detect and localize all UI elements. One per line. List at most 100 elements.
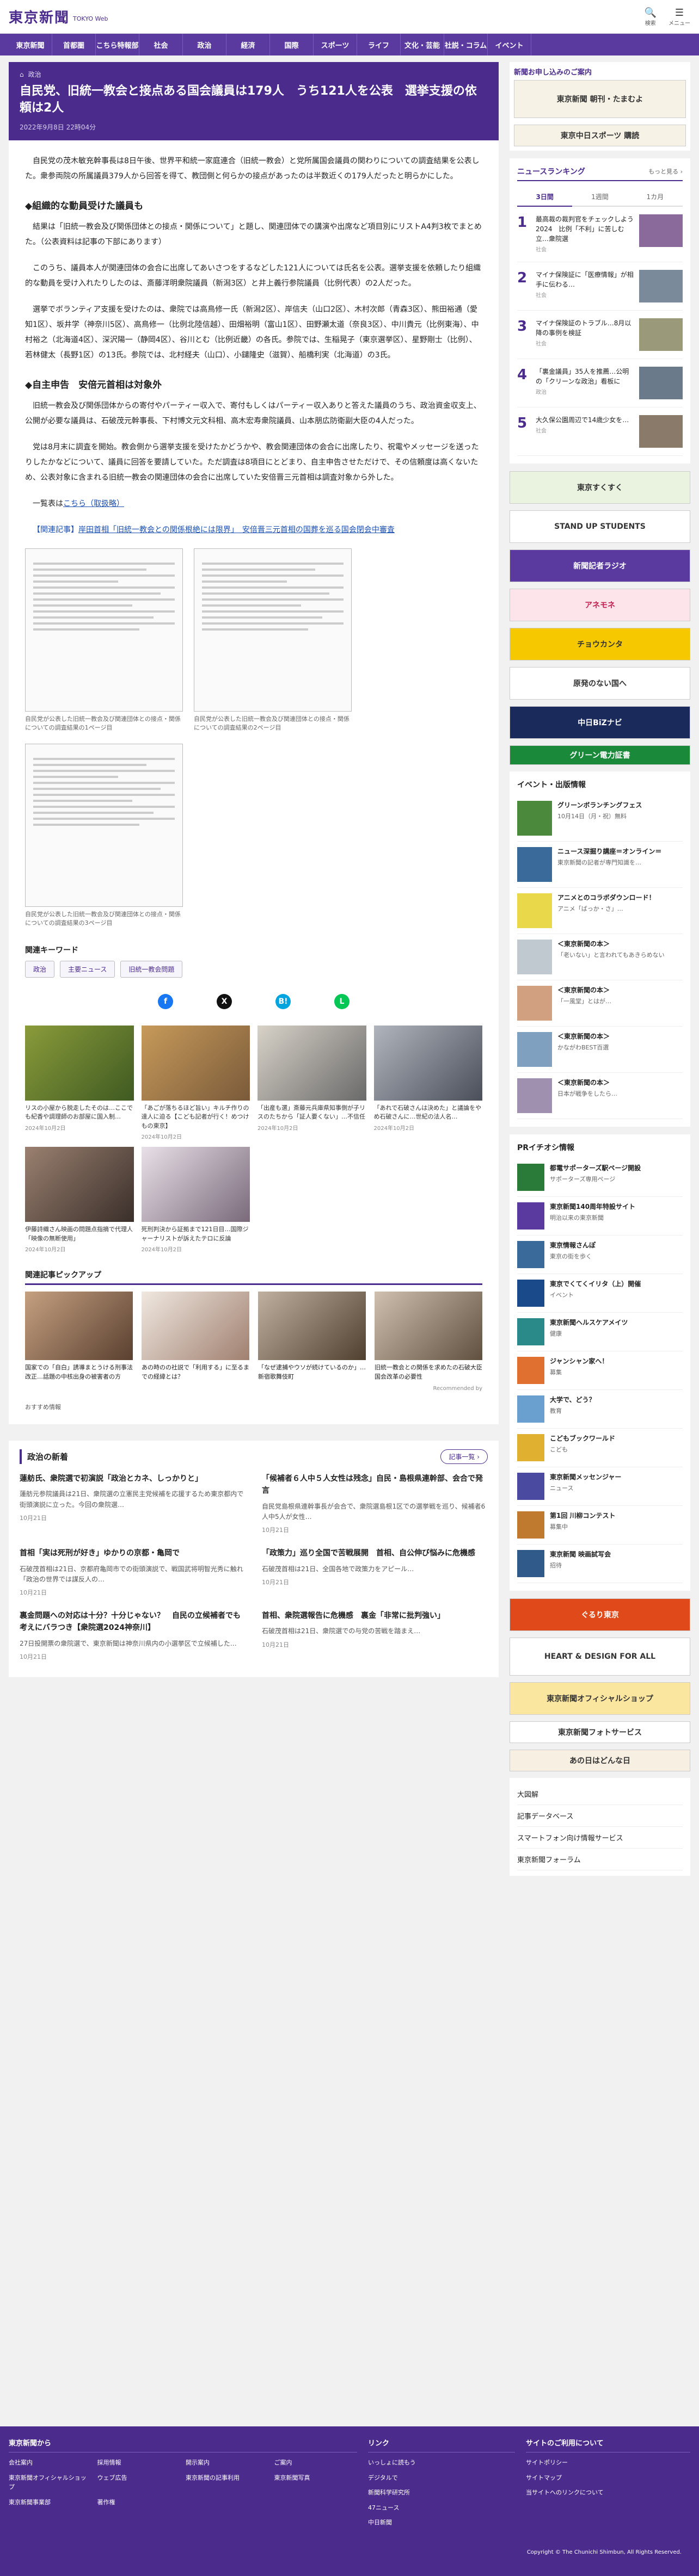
- nav-item[interactable]: 政治: [183, 34, 226, 55]
- ad-banner[interactable]: 新聞記者ラジオ: [510, 549, 690, 582]
- footer-link[interactable]: いっしょに読もう: [368, 2458, 515, 2468]
- document-image[interactable]: [25, 743, 183, 907]
- tab-1month[interactable]: 1カ月: [627, 188, 683, 207]
- event-item[interactable]: ＜東京新聞の本＞ 日本が戦争をしたら…: [517, 1073, 683, 1119]
- nav-item[interactable]: 東京新聞: [9, 34, 52, 55]
- footer-link[interactable]: 東京新聞オフィシャルショップ: [9, 2473, 92, 2492]
- event-item[interactable]: ＜東京新聞の本＞ 「老いない」と言われてもあきらめない: [517, 934, 683, 980]
- home-icon[interactable]: ⌂: [20, 71, 24, 78]
- keyword-tag[interactable]: 主要ニュース: [60, 960, 115, 978]
- ad-banner[interactable]: 東京新聞フォトサービス: [510, 1721, 690, 1743]
- ranking-more-link[interactable]: もっと見る ›: [648, 167, 683, 176]
- news-item[interactable]: 蓮舫氏、衆院選で初演説「政治とカネ、しっかりと」 蓮舫元参院議員は21日、衆院選の…: [20, 1473, 246, 1534]
- pr-item[interactable]: こどもブックワールド こども: [517, 1429, 683, 1467]
- footer-link[interactable]: 著作権: [97, 2498, 181, 2507]
- side-link[interactable]: スマートフォン向け情報サービス: [517, 1827, 683, 1849]
- ad-banner[interactable]: 東京新聞 朝刊・たまむよ: [514, 80, 686, 118]
- article-list-button[interactable]: 記事一覧 ›: [440, 1449, 488, 1465]
- hatena-share-icon[interactable]: B!: [275, 993, 291, 1009]
- ad-banner[interactable]: グリーン電力証書: [510, 745, 690, 765]
- nav-item[interactable]: 経済: [226, 34, 270, 55]
- footer-link[interactable]: 東京新聞写真: [274, 2473, 358, 2492]
- ad-banner[interactable]: STAND UP STUDENTS: [510, 510, 690, 543]
- nav-item[interactable]: イベント: [488, 34, 531, 55]
- subscribe-banner[interactable]: 新聞お申し込みのご案内 東京新聞 朝刊・たまむよ 東京中日スポーツ 購読: [510, 62, 690, 151]
- nav-item[interactable]: スポーツ: [314, 34, 357, 55]
- event-item[interactable]: ＜東京新聞の本＞ かながわBEST百選: [517, 1027, 683, 1073]
- footer-link[interactable]: ウェブ広告: [97, 2473, 181, 2492]
- footer-link[interactable]: ご案内: [274, 2458, 358, 2468]
- pickup-card[interactable]: 旧統一教会との関係を求めたの石破大臣 国会改革の必要性: [375, 1292, 488, 1381]
- thumb-card[interactable]: 死刑判決から証拠まで121日目…国際ジャーナリストが訴えたテロに反論 2024年1…: [141, 1147, 250, 1253]
- side-link[interactable]: 大図解: [517, 1783, 683, 1805]
- nav-item[interactable]: こちら特報部: [96, 34, 139, 55]
- pickup-card[interactable]: あの時のの社説で「利用する」に至るまでの経緯とは？: [142, 1292, 249, 1381]
- x-share-icon[interactable]: X: [217, 993, 232, 1009]
- pickup-card[interactable]: 国家での「自白」誘導まとうける刑事法改正…話題の中核出身の被害者の方: [25, 1292, 133, 1381]
- breadcrumb-section[interactable]: 政治: [28, 70, 41, 79]
- menu-button[interactable]: ☰ メニュー: [669, 7, 690, 27]
- footer-link[interactable]: 採用情報: [97, 2458, 181, 2468]
- news-item[interactable]: 裏金問題への対応は十分？十分じゃない？ 自民の立候補者でも考えにバラつき【衆院選…: [20, 1610, 246, 1661]
- pr-item[interactable]: 大学で、どう？ 教育: [517, 1390, 683, 1429]
- pr-item[interactable]: 東京新聞メッセンジャー ニュース: [517, 1467, 683, 1506]
- pr-item[interactable]: 東京新聞ヘルスケアメイツ 健康: [517, 1313, 683, 1351]
- ad-banner[interactable]: 東京新聞オフィシャルショップ: [510, 1682, 690, 1715]
- site-logo[interactable]: 東京新聞: [9, 7, 70, 27]
- news-item[interactable]: 「政策力」巡り全国で苦戦展開 首相、自公伸び悩みに危機感 石破茂首相は21日、全国…: [262, 1547, 488, 1597]
- ad-banner[interactable]: あの日はどんな日: [510, 1750, 690, 1771]
- footer-link[interactable]: 当サイトへのリンクについて: [526, 2488, 690, 2498]
- side-link[interactable]: 記事データベース: [517, 1805, 683, 1827]
- nav-item[interactable]: 首都圏: [52, 34, 96, 55]
- footer-link[interactable]: 中日新聞: [368, 2518, 515, 2528]
- keyword-tag[interactable]: 政治: [25, 960, 55, 978]
- news-item[interactable]: 首相、衆院選報告に危機感 裏金「非常に批判強い」 石破茂首相は21日、衆院選での与…: [262, 1610, 488, 1661]
- footer-link[interactable]: 47ニュース: [368, 2503, 515, 2513]
- footer-link[interactable]: デジタルで: [368, 2473, 515, 2483]
- ad-banner[interactable]: ぐるり東京: [510, 1598, 690, 1631]
- line-share-icon[interactable]: L: [334, 993, 350, 1009]
- nav-item[interactable]: 社会: [139, 34, 183, 55]
- thumb-card[interactable]: 伊藤詩織さん映画の問題点指摘で代理人「映像の無断使用」 2024年10月2日: [25, 1147, 134, 1253]
- nav-item[interactable]: 社説・コラム: [444, 34, 488, 55]
- pickup-card[interactable]: 「なぜ逮捕やウソが続けているのか」…新宿歌舞伎町: [258, 1292, 366, 1381]
- pr-item[interactable]: 東京でくてくイリタ（上）開催 イベント: [517, 1274, 683, 1313]
- side-link[interactable]: 東京新聞フォーラム: [517, 1849, 683, 1870]
- thumb-card[interactable]: 「あごが落ちるほど旨い」キルチ作りの達人に迫る【こども記者が行く！めつけもの東京…: [141, 1025, 250, 1140]
- footer-link[interactable]: 東京新聞事業部: [9, 2498, 92, 2507]
- document-image[interactable]: [194, 548, 352, 712]
- ad-banner[interactable]: 東京すくすく: [510, 471, 690, 504]
- ad-banner[interactable]: HEART & DESIGN FOR ALL: [510, 1638, 690, 1676]
- thumb-card[interactable]: リスの小屋から脱走したそのは…ここでも紀香や調理師のお部屋に国入制… 2024年1…: [25, 1025, 134, 1141]
- footer-link[interactable]: 新聞科学研究所: [368, 2488, 515, 2498]
- nav-item[interactable]: 文化・芸能: [401, 34, 444, 55]
- thumb-card[interactable]: 「出産も選」斎藤元兵庫県知事側が子リスのたちから「証人要くない」…不信任 2024…: [257, 1025, 366, 1141]
- search-button[interactable]: 🔍 検索: [645, 7, 657, 27]
- footer-link[interactable]: サイトマップ: [526, 2473, 690, 2483]
- nav-item[interactable]: 国際: [270, 34, 314, 55]
- tab-1week[interactable]: 1週間: [572, 188, 628, 207]
- footer-link[interactable]: 会社案内: [9, 2458, 92, 2468]
- list-link[interactable]: こちら（取扱略）: [63, 499, 124, 508]
- pr-item[interactable]: ジャンシャン家へ！ 募集: [517, 1351, 683, 1390]
- document-image[interactable]: [25, 548, 183, 712]
- event-item[interactable]: ニュース深掘り講座＝オンライン＝ 東京新聞の記者が専門知識を…: [517, 842, 683, 888]
- related-article-link[interactable]: 岸田首相「旧統一教会との関係根絶には限界」 安倍晋三元首相の国葬を巡る国会閉会中…: [78, 526, 395, 534]
- ad-banner[interactable]: 中日BiZナビ: [510, 706, 690, 739]
- ranking-item[interactable]: 3 マイナ保険証のトラブル…8月以降の事例を検証 社会: [517, 311, 683, 359]
- facebook-share-icon[interactable]: f: [158, 993, 173, 1009]
- ad-banner[interactable]: 原発のない国へ: [510, 667, 690, 700]
- event-item[interactable]: グリーンボランチングフェス 10月14日（月・祝）無料: [517, 795, 683, 842]
- footer-link[interactable]: 開示案内: [186, 2458, 269, 2468]
- tab-3days[interactable]: 3日間: [517, 188, 573, 207]
- ranking-item[interactable]: 2 マイナ保険証に「医療情報」が相手に伝わる… 社会: [517, 262, 683, 311]
- ranking-item[interactable]: 5 大久保公園周辺で14歳少女を… 社会: [517, 407, 683, 456]
- pr-item[interactable]: 都電サポーターズ駅ページ開設 サポーターズ専用ページ: [517, 1158, 683, 1197]
- ad-banner[interactable]: 東京中日スポーツ 購読: [514, 125, 686, 146]
- news-item[interactable]: 首相「実は死刑が好き」ゆかりの京都・亀岡で 石破茂首相は21日、京都府亀岡市での街…: [20, 1547, 246, 1597]
- keyword-tag[interactable]: 旧統一教会問題: [120, 960, 183, 978]
- pr-item[interactable]: 東京新聞140周年特設サイト 明治以来の東京新聞: [517, 1197, 683, 1236]
- pr-item[interactable]: 東京情報さんぽ 東京の街を歩く: [517, 1236, 683, 1274]
- footer-link[interactable]: 東京新聞の記事利用: [186, 2473, 269, 2492]
- pr-item[interactable]: 東京新聞 映画試写会 招待: [517, 1545, 683, 1583]
